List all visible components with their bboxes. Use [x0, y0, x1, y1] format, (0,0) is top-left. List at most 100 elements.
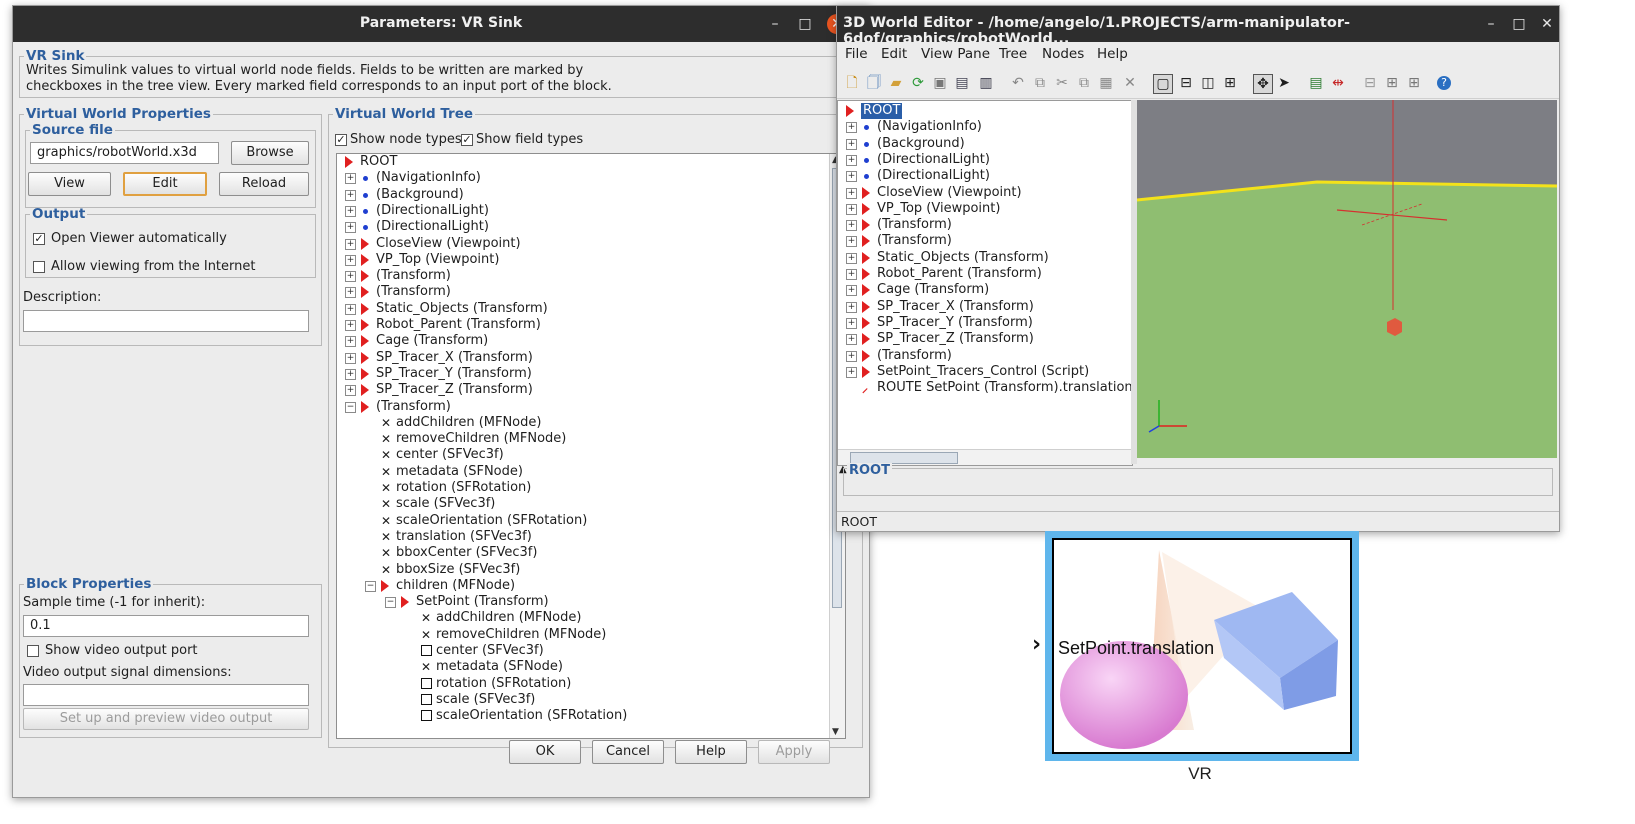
show-node-types-checkbox[interactable]: ✓: [335, 134, 347, 146]
tree-row[interactable]: ✕ bboxSize (SFVec3f): [337, 562, 845, 578]
tree-row[interactable]: rotation (SFRotation): [337, 676, 845, 692]
expand-icon[interactable]: +: [345, 320, 356, 331]
scroll-down-arrow-icon[interactable]: ▼: [832, 727, 839, 737]
tree-row[interactable]: + SP_Tracer_X (Transform): [838, 299, 1132, 315]
setup-video-button[interactable]: Set up and preview video output: [23, 708, 309, 730]
tree-row[interactable]: + (DirectionalLight): [337, 219, 845, 235]
tree-row[interactable]: + SP_Tracer_Y (Transform): [838, 315, 1132, 331]
expand-icon[interactable]: ⊞: [1383, 74, 1401, 92]
apply-button[interactable]: Apply: [758, 740, 830, 764]
field-mark-icon[interactable]: ✕: [421, 610, 431, 626]
expand-icon[interactable]: +: [345, 238, 356, 250]
reload-button[interactable]: Reload: [219, 172, 309, 196]
show-field-types-checkbox[interactable]: ✓: [461, 134, 473, 146]
tree-row[interactable]: + SP_Tracer_X (Transform): [337, 350, 845, 366]
minimize-button[interactable]: –: [765, 14, 785, 34]
field-mark-icon[interactable]: ✕: [381, 562, 391, 578]
tree-row[interactable]: − SetPoint (Transform): [337, 594, 845, 610]
vr-sink-block[interactable]: SetPoint.translation: [1045, 531, 1359, 761]
menu-file[interactable]: File: [845, 46, 868, 62]
split-vertical-icon[interactable]: ◫: [1199, 74, 1217, 92]
field-mark-icon[interactable]: ✕: [381, 545, 391, 561]
tree-row[interactable]: ✕ bboxCenter (SFVec3f): [337, 545, 845, 561]
collapse-icon[interactable]: ⊟: [1361, 74, 1379, 92]
tree-row[interactable]: + SP_Tracer_Z (Transform): [337, 382, 845, 398]
expand-icon[interactable]: +: [345, 352, 356, 364]
dialog-titlebar[interactable]: Parameters: VR Sink – □ ✕: [13, 6, 869, 42]
ok-button[interactable]: OK: [509, 740, 581, 764]
expand-icon[interactable]: +: [846, 301, 857, 313]
insert-node-icon[interactable]: ▤: [1307, 74, 1325, 92]
video-dims-input[interactable]: [23, 684, 309, 706]
expand-icon[interactable]: +: [846, 236, 857, 248]
split-horizontal-icon[interactable]: ⊟: [1177, 74, 1195, 92]
expand-icon[interactable]: +: [345, 385, 356, 397]
tree-row[interactable]: scaleOrientation (SFRotation): [337, 708, 845, 724]
field-mark-icon[interactable]: ✕: [421, 659, 431, 675]
expand-all-icon[interactable]: ⊞: [1405, 74, 1423, 92]
tree-row[interactable]: + (Transform): [337, 284, 845, 300]
expand-icon[interactable]: +: [846, 220, 857, 232]
sample-time-input[interactable]: 0.1: [23, 615, 309, 637]
tree-row[interactable]: + Static_Objects (Transform): [337, 301, 845, 317]
tree-row[interactable]: + Robot_Parent (Transform): [337, 317, 845, 333]
field-checkbox[interactable]: [421, 677, 432, 689]
undo-icon[interactable]: ↶: [1009, 74, 1027, 92]
tree-row[interactable]: + SetPoint_Tracers_Control (Script): [838, 364, 1132, 380]
tree-row[interactable]: + CloseView (Viewpoint): [337, 236, 845, 252]
expand-icon[interactable]: +: [846, 187, 857, 199]
tree-row[interactable]: + (Transform): [838, 348, 1132, 364]
editor-maximize-button[interactable]: □: [1509, 14, 1529, 34]
expand-icon[interactable]: +: [345, 173, 356, 185]
menu-tree[interactable]: Tree: [999, 46, 1027, 62]
expand-icon[interactable]: +: [345, 205, 356, 217]
tree-row[interactable]: + (Background): [838, 136, 1132, 152]
tree-row[interactable]: ✕ center (SFVec3f): [337, 447, 845, 463]
editor-titlebar[interactable]: 3D World Editor - /home/angelo/1.PROJECT…: [837, 6, 1559, 47]
expand-icon[interactable]: +: [345, 368, 356, 380]
new-file-icon[interactable]: 🗋: [843, 74, 861, 92]
expand-icon[interactable]: +: [345, 189, 356, 201]
browse-button[interactable]: Browse: [231, 141, 309, 165]
field-mark-icon[interactable]: ✕: [381, 431, 391, 447]
menu-edit[interactable]: Edit: [881, 46, 907, 62]
expand-icon[interactable]: +: [345, 254, 356, 266]
reload-icon[interactable]: ⟳: [909, 74, 927, 92]
tree-row[interactable]: ✕ scale (SFVec3f): [337, 496, 845, 512]
tree-row[interactable]: + (DirectionalLight): [337, 203, 845, 219]
expand-icon[interactable]: +: [846, 154, 857, 166]
editor-close-button[interactable]: ✕: [1537, 14, 1557, 34]
tree-row[interactable]: center (SFVec3f): [337, 643, 845, 659]
tree-row[interactable]: + (NavigationInfo): [337, 170, 845, 186]
video-port-checkbox[interactable]: [27, 645, 39, 657]
editor-minimize-button[interactable]: –: [1481, 14, 1501, 34]
help-icon[interactable]: ?: [1437, 76, 1451, 90]
tree-row[interactable]: ✕ removeChildren (MFNode): [337, 627, 845, 643]
field-mark-icon[interactable]: ✕: [381, 513, 391, 529]
tree-row[interactable]: ROOT: [337, 154, 845, 170]
tree-row[interactable]: ✕ metadata (SFNode): [337, 464, 845, 480]
field-mark-icon[interactable]: ✕: [381, 529, 391, 545]
tree-row[interactable]: + (Transform): [838, 217, 1132, 233]
field-mark-icon[interactable]: ✕: [421, 627, 431, 643]
expand-icon[interactable]: +: [846, 122, 857, 134]
copy-icon[interactable]: ⧉: [1075, 74, 1093, 92]
expand-icon[interactable]: +: [345, 336, 356, 348]
tree-row[interactable]: + (Transform): [337, 268, 845, 284]
split-quad-icon[interactable]: ⊞: [1221, 74, 1239, 92]
expand-icon[interactable]: +: [345, 222, 356, 234]
select-pointer-icon[interactable]: ➤: [1275, 74, 1293, 92]
tree-row[interactable]: ✕ addChildren (MFNode): [337, 610, 845, 626]
editor-tree[interactable]: ROOT + (NavigationInfo) + (Background) + (Dire…: [837, 100, 1133, 466]
field-mark-icon[interactable]: ✕: [381, 496, 391, 512]
collapse-icon[interactable]: −: [385, 597, 396, 609]
tree-row[interactable]: ✕ addChildren (MFNode): [337, 415, 845, 431]
tree-row[interactable]: + CloseView (Viewpoint): [838, 185, 1132, 201]
tree-row[interactable]: + (DirectionalLight): [838, 168, 1132, 184]
field-checkbox[interactable]: [421, 710, 432, 722]
tree-row[interactable]: scale (SFVec3f): [337, 692, 845, 708]
tree-row[interactable]: ⸝ ROUTE SetPoint (Transform).translation …: [838, 380, 1132, 396]
tree-row[interactable]: + (Background): [337, 187, 845, 203]
tree-row[interactable]: + Robot_Parent (Transform): [838, 266, 1132, 282]
tree-row[interactable]: + SP_Tracer_Y (Transform): [337, 366, 845, 382]
